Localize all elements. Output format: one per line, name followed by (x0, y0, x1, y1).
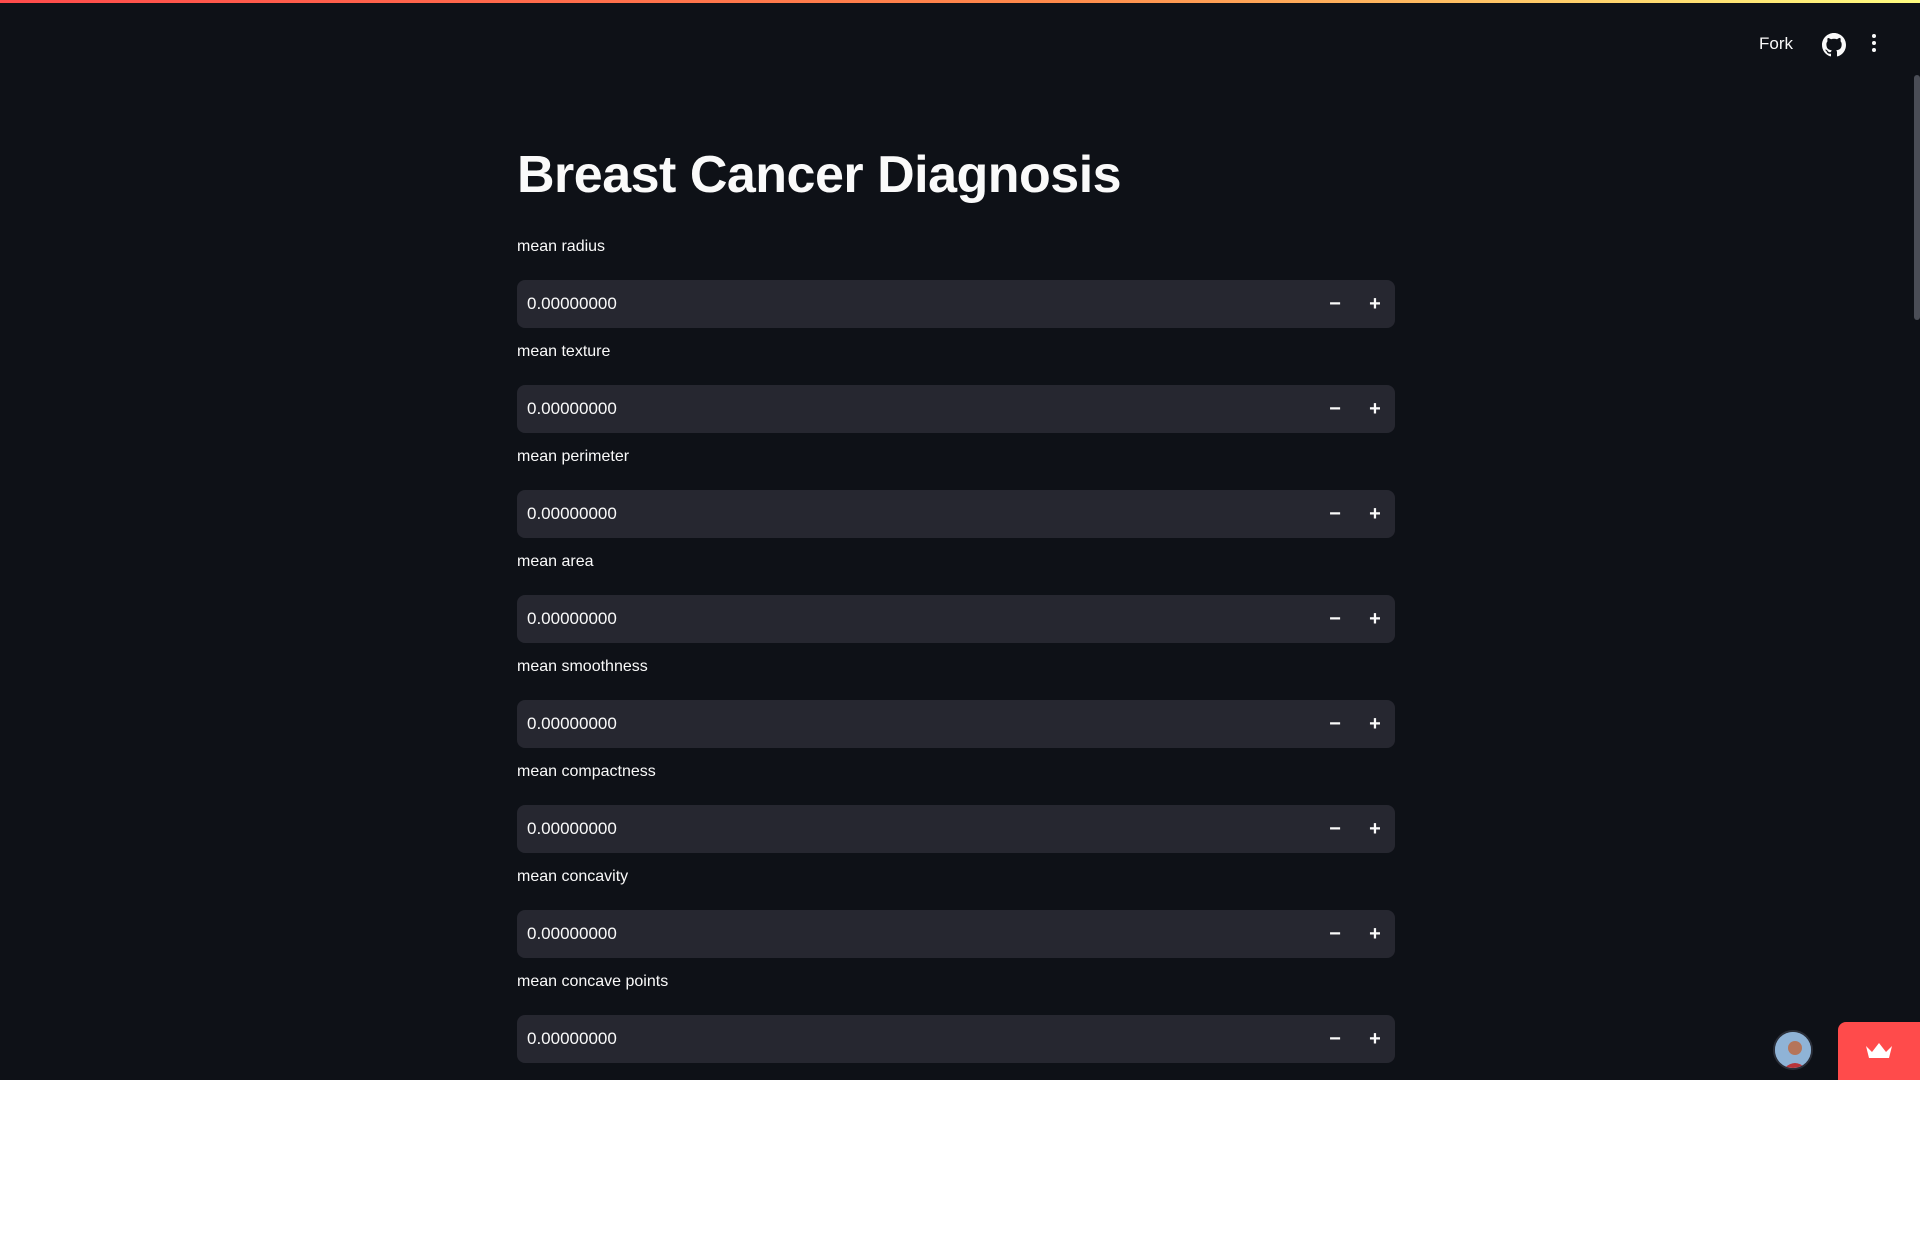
increment-button[interactable]: + (1355, 1015, 1395, 1063)
number-input-field[interactable] (517, 385, 1277, 433)
decrement-button[interactable]: − (1315, 700, 1355, 748)
number-input: − + (517, 805, 1395, 853)
number-input-field[interactable] (517, 595, 1277, 643)
decrement-button[interactable]: − (1315, 805, 1355, 853)
number-input: − + (517, 385, 1395, 433)
increment-button[interactable]: + (1355, 700, 1395, 748)
scrollbar[interactable] (1914, 75, 1920, 320)
crown-icon (1866, 1043, 1892, 1058)
field-mean-radius: mean radius − + (517, 236, 1395, 328)
number-input-field[interactable] (517, 805, 1277, 853)
page-title: Breast Cancer Diagnosis (517, 146, 1122, 204)
field-mean-concave-points: mean concave points − + (517, 971, 1395, 1063)
increment-button[interactable]: + (1355, 910, 1395, 958)
number-input: − + (517, 910, 1395, 958)
field-label: mean concavity (517, 868, 629, 885)
increment-button[interactable]: + (1355, 805, 1395, 853)
number-input-field[interactable] (517, 910, 1277, 958)
number-input-field[interactable] (517, 1015, 1277, 1063)
header-toolbar: Fork (1520, 0, 1920, 90)
increment-button[interactable]: + (1355, 280, 1395, 328)
number-input: − + (517, 595, 1395, 643)
number-input-field[interactable] (517, 280, 1277, 328)
field-mean-compactness: mean compactness − + (517, 761, 1395, 853)
field-mean-perimeter: mean perimeter − + (517, 446, 1395, 538)
field-mean-concavity: mean concavity − + (517, 866, 1395, 958)
avatar[interactable] (1773, 1030, 1813, 1070)
number-input-field[interactable] (517, 700, 1277, 748)
increment-button[interactable]: + (1355, 490, 1395, 538)
number-input: − + (517, 280, 1395, 328)
app-window: Fork Breast Cancer Diagnosis mean radius… (0, 0, 1920, 1080)
streamlit-crown-badge[interactable] (1838, 1022, 1920, 1080)
number-input-field[interactable] (517, 490, 1277, 538)
field-label: mean area (517, 553, 594, 570)
decrement-button[interactable]: − (1315, 385, 1355, 433)
fork-button[interactable]: Fork (1759, 34, 1793, 54)
field-label: mean radius (517, 238, 606, 255)
github-icon[interactable] (1822, 33, 1846, 57)
increment-button[interactable]: + (1355, 385, 1395, 433)
decrement-button[interactable]: − (1315, 595, 1355, 643)
decrement-button[interactable]: − (1315, 1015, 1355, 1063)
field-label: mean compactness (517, 763, 656, 780)
field-label: mean concave points (517, 973, 669, 990)
field-label: mean texture (517, 343, 611, 360)
field-label: mean perimeter (517, 448, 630, 465)
increment-button[interactable]: + (1355, 595, 1395, 643)
field-mean-texture: mean texture − + (517, 341, 1395, 433)
decrement-button[interactable]: − (1315, 490, 1355, 538)
decrement-button[interactable]: − (1315, 910, 1355, 958)
number-input: − + (517, 490, 1395, 538)
kebab-menu-icon[interactable] (1870, 34, 1878, 56)
number-input: − + (517, 1015, 1395, 1063)
number-input: − + (517, 700, 1395, 748)
field-mean-area: mean area − + (517, 551, 1395, 643)
field-mean-smoothness: mean smoothness − + (517, 656, 1395, 748)
field-label: mean smoothness (517, 658, 648, 675)
decrement-button[interactable]: − (1315, 280, 1355, 328)
